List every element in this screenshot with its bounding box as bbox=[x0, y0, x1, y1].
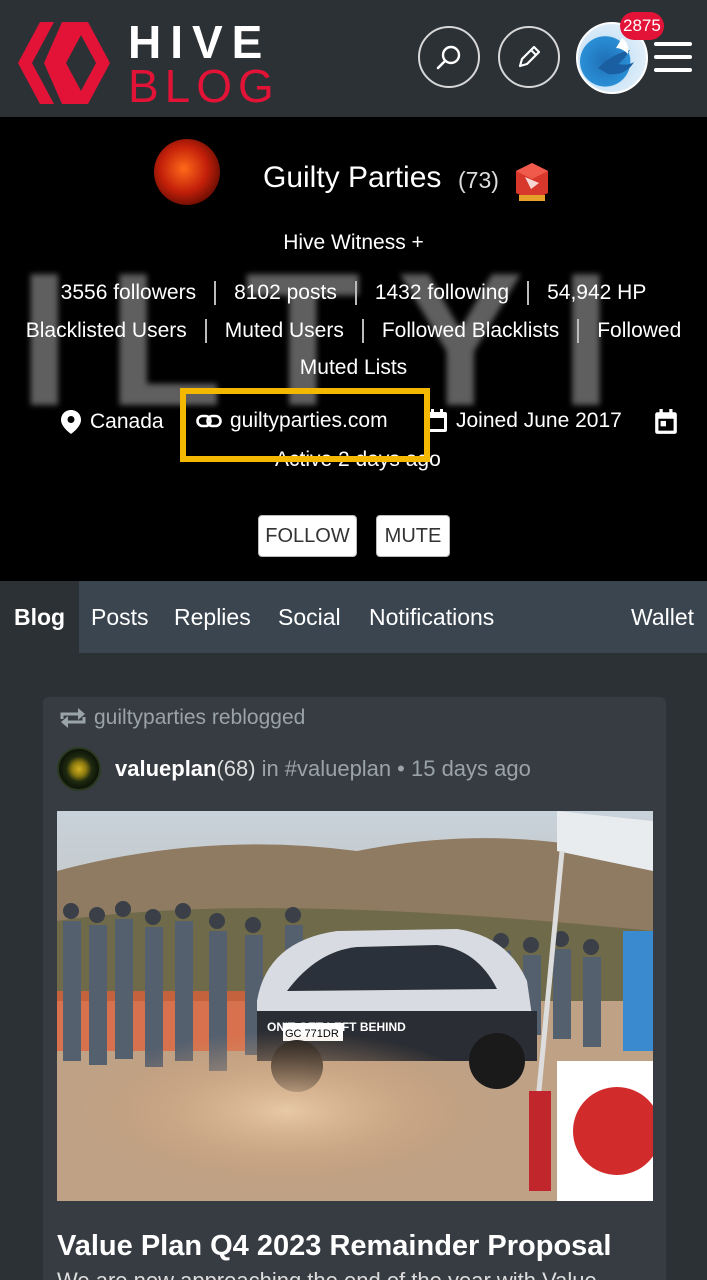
followed-muted-lists-link[interactable]: Followed bbox=[577, 319, 699, 343]
joined-date: Joined June 2017 bbox=[426, 409, 622, 433]
rally-car-image: ON'T GET LEFT BEHIND GC 771DR bbox=[57, 811, 653, 1201]
profile-lists: Blacklisted Users Muted Users Followed B… bbox=[0, 319, 707, 343]
witness-badge-icon bbox=[516, 163, 548, 201]
reblog-text[interactable]: guiltyparties reblogged bbox=[94, 706, 305, 730]
profile-tabs: Blog Posts Replies Social Notifications … bbox=[0, 581, 707, 653]
profile-about: Hive Witness + bbox=[283, 231, 424, 254]
active-calendar bbox=[654, 409, 686, 435]
compose-button[interactable] bbox=[498, 26, 560, 88]
profile-lists-cont: Muted Lists bbox=[0, 356, 707, 380]
joined-text: Joined June 2017 bbox=[456, 409, 622, 432]
author-avatar[interactable] bbox=[57, 747, 101, 791]
profile-stats: 3556 followers 8102 posts 1432 following… bbox=[0, 281, 707, 305]
post-age[interactable]: • 15 days ago bbox=[397, 756, 531, 782]
tab-notifications[interactable]: Notifications bbox=[369, 581, 494, 653]
search-icon bbox=[436, 45, 461, 70]
profile-name: Guilty Parties bbox=[263, 161, 442, 194]
following-link[interactable]: 1432 following bbox=[354, 281, 527, 305]
mute-button[interactable]: MUTE bbox=[376, 515, 450, 557]
menu-icon[interactable] bbox=[654, 42, 692, 72]
tab-wallet[interactable]: Wallet bbox=[631, 581, 694, 653]
reblog-icon bbox=[60, 708, 86, 728]
community-link[interactable]: #valueplan bbox=[285, 756, 391, 782]
calendar-icon bbox=[655, 409, 677, 434]
profile-header: ILTYI Guilty Parties (73) Hive Witness +… bbox=[0, 117, 707, 581]
highlight-box bbox=[180, 388, 430, 462]
muted-users-link[interactable]: Muted Users bbox=[204, 319, 362, 343]
location-text: Canada bbox=[90, 410, 164, 433]
post-thumbnail[interactable]: ON'T GET LEFT BEHIND GC 771DR bbox=[57, 811, 653, 1201]
post-author-row: valueplan (68) in #valueplan • 15 days a… bbox=[57, 747, 531, 791]
tab-posts[interactable]: Posts bbox=[91, 581, 149, 653]
followed-blacklists-link[interactable]: Followed Blacklists bbox=[361, 319, 577, 343]
blacklisted-users-link[interactable]: Blacklisted Users bbox=[8, 319, 205, 343]
profile-reputation: (73) bbox=[458, 167, 499, 193]
pencil-icon bbox=[518, 45, 541, 68]
search-button[interactable] bbox=[418, 26, 480, 88]
author-reputation: (68) bbox=[216, 756, 256, 781]
posts-count: 8102 posts bbox=[214, 281, 355, 305]
community-prefix: in bbox=[261, 756, 279, 781]
author-name[interactable]: valueplan bbox=[115, 756, 216, 782]
brand-blog-text[interactable]: BLOG bbox=[128, 62, 280, 110]
hive-logo-icon[interactable] bbox=[18, 22, 110, 104]
location: Canada bbox=[60, 409, 164, 435]
followers-link[interactable]: 3556 followers bbox=[43, 281, 214, 305]
tab-blog[interactable]: Blog bbox=[0, 581, 80, 653]
brand-hive-text[interactable]: HIVE bbox=[128, 18, 271, 66]
post-title[interactable]: Value Plan Q4 2023 Remainder Proposal bbox=[57, 1230, 611, 1263]
tab-social[interactable]: Social bbox=[278, 581, 341, 653]
top-navbar: HIVE BLOG 2875 bbox=[0, 0, 707, 117]
location-pin-icon bbox=[61, 410, 81, 434]
tab-replies[interactable]: Replies bbox=[174, 581, 251, 653]
follow-button[interactable]: FOLLOW bbox=[258, 515, 357, 557]
notification-badge[interactable]: 2875 bbox=[620, 12, 664, 40]
post-snippet[interactable]: We are now approaching the end of the ye… bbox=[57, 1268, 597, 1280]
muted-lists-link[interactable]: Muted Lists bbox=[282, 356, 425, 380]
reblog-indicator: guiltyparties reblogged bbox=[60, 706, 305, 730]
profile-avatar[interactable] bbox=[154, 139, 220, 205]
hive-power: 54,942 HP bbox=[527, 281, 664, 305]
